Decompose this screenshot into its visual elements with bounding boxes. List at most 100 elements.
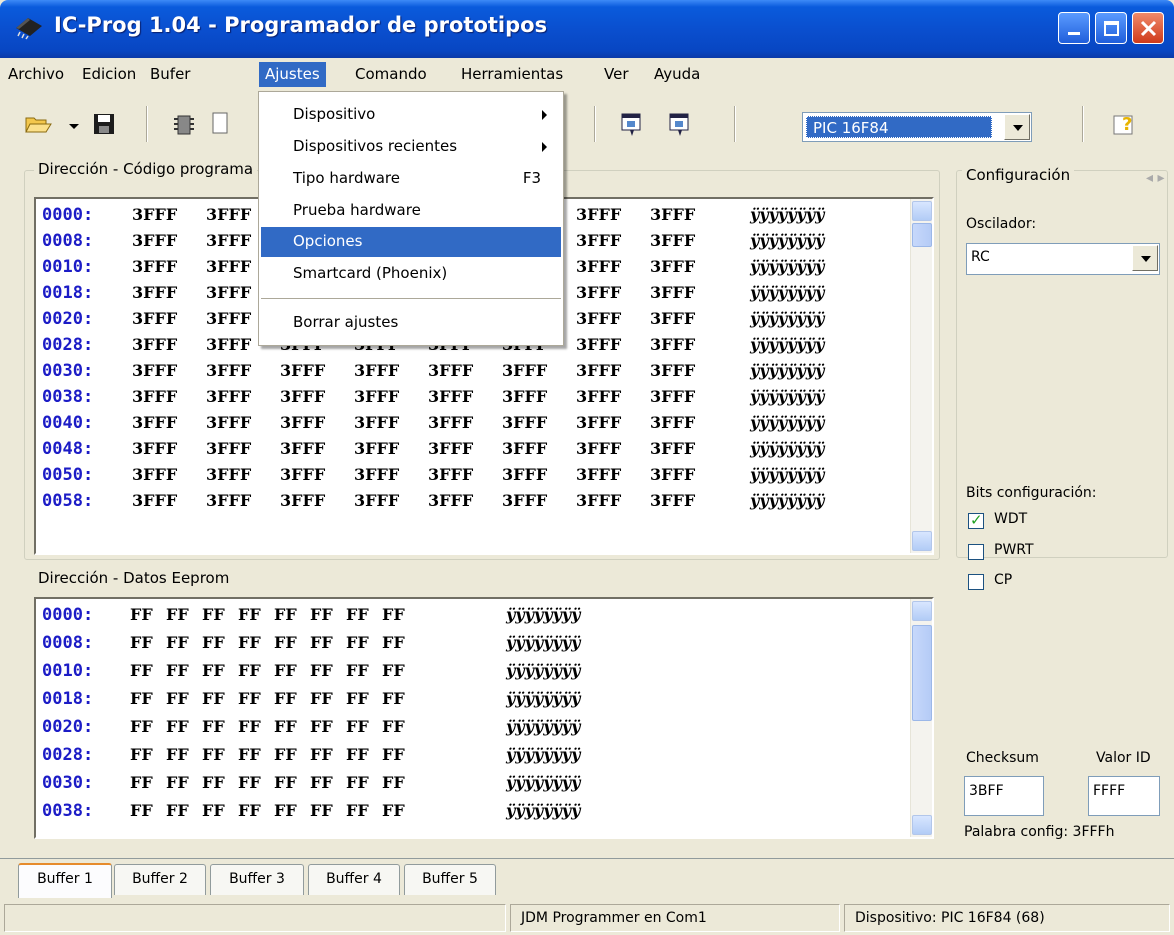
memory-cell[interactable]: 3FFF	[206, 439, 251, 458]
memory-cell[interactable]: FF	[130, 689, 153, 708]
memory-cell[interactable]: FF	[202, 745, 225, 764]
memory-cell[interactable]: 3FFF	[354, 465, 399, 484]
program-scrollbar[interactable]	[910, 199, 932, 553]
cp-checkbox[interactable]	[968, 574, 984, 590]
memory-cell[interactable]: FF	[202, 773, 225, 792]
memory-cell[interactable]: 3FFF	[132, 361, 177, 380]
memory-cell[interactable]: 3FFF	[502, 361, 547, 380]
memory-cell[interactable]: FF	[382, 801, 405, 820]
memory-cell[interactable]: 3FFF	[206, 283, 251, 302]
memory-cell[interactable]: 3FFF	[502, 491, 547, 510]
memory-cell[interactable]: 3FFF	[354, 361, 399, 380]
memory-cell[interactable]: FF	[166, 689, 189, 708]
menu-ajustes[interactable]: Ajustes	[259, 62, 326, 87]
memory-cell[interactable]: 3FFF	[650, 413, 695, 432]
close-button[interactable]	[1132, 12, 1164, 44]
menu-ayuda[interactable]: Ayuda	[648, 62, 706, 87]
memory-cell[interactable]: 3FFF	[650, 361, 695, 380]
memory-cell[interactable]: FF	[238, 661, 261, 680]
checksum-field[interactable]: 3BFF	[964, 776, 1044, 816]
memory-cell[interactable]: FF	[130, 717, 153, 736]
memory-cell[interactable]: 3FFF	[650, 491, 695, 510]
scroll-up-icon[interactable]	[912, 601, 932, 621]
memory-cell[interactable]: FF	[238, 605, 261, 624]
scroll-down-icon[interactable]	[912, 815, 932, 835]
memory-cell[interactable]: FF	[130, 661, 153, 680]
memory-cell[interactable]: 3FFF	[650, 465, 695, 484]
memory-cell[interactable]: 3FFF	[132, 309, 177, 328]
scroll-thumb[interactable]	[912, 625, 932, 721]
memory-cell[interactable]: 3FFF	[132, 231, 177, 250]
memory-cell[interactable]: FF	[346, 801, 369, 820]
scroll-thumb[interactable]	[912, 223, 932, 247]
memory-cell[interactable]: 3FFF	[132, 205, 177, 224]
memory-cell[interactable]: FF	[310, 773, 333, 792]
tab-buffer-1[interactable]: Buffer 1	[18, 863, 112, 898]
memory-cell[interactable]: FF	[274, 605, 297, 624]
memory-cell[interactable]: FF	[238, 773, 261, 792]
memory-cell[interactable]: FF	[310, 717, 333, 736]
memory-cell[interactable]: 3FFF	[132, 413, 177, 432]
memory-cell[interactable]: FF	[310, 605, 333, 624]
menu-archivo[interactable]: Archivo	[2, 62, 70, 87]
memory-cell[interactable]: 3FFF	[206, 205, 251, 224]
memory-cell[interactable]: 3FFF	[650, 257, 695, 276]
memory-cell[interactable]: 3FFF	[428, 361, 473, 380]
memory-cell[interactable]: FF	[238, 745, 261, 764]
memory-cell[interactable]: FF	[166, 661, 189, 680]
oscillator-select[interactable]: RC	[966, 243, 1160, 275]
memory-cell[interactable]: FF	[346, 773, 369, 792]
document-icon[interactable]	[208, 110, 236, 138]
memory-cell[interactable]: 3FFF	[576, 387, 621, 406]
memory-cell[interactable]: 3FFF	[280, 361, 325, 380]
memory-cell[interactable]: 3FFF	[132, 491, 177, 510]
chip-read-icon[interactable]	[170, 110, 198, 138]
memory-cell[interactable]: FF	[130, 801, 153, 820]
open-folder-icon[interactable]	[24, 110, 52, 138]
memory-cell[interactable]: 3FFF	[650, 439, 695, 458]
memory-cell[interactable]: FF	[382, 717, 405, 736]
memory-cell[interactable]: FF	[382, 773, 405, 792]
memory-cell[interactable]: 3FFF	[206, 257, 251, 276]
memory-cell[interactable]: 3FFF	[576, 465, 621, 484]
title-bar[interactable]: IC-Prog 1.04 - Programador de prototipos	[0, 0, 1174, 58]
tab-buffer-2[interactable]: Buffer 2	[114, 864, 206, 895]
memory-cell[interactable]: FF	[274, 661, 297, 680]
menu-item-opciones[interactable]: Opciones	[261, 227, 561, 257]
memory-cell[interactable]: 3FFF	[132, 335, 177, 354]
memory-cell[interactable]: 3FFF	[650, 205, 695, 224]
memory-cell[interactable]: 3FFF	[206, 387, 251, 406]
scroll-arrows-icon[interactable]: ◂ ▸	[1146, 170, 1165, 186]
memory-cell[interactable]: 3FFF	[132, 283, 177, 302]
memory-cell[interactable]: FF	[346, 745, 369, 764]
minimize-button[interactable]	[1058, 12, 1090, 44]
memory-cell[interactable]: FF	[166, 717, 189, 736]
memory-cell[interactable]: 3FFF	[206, 465, 251, 484]
memory-cell[interactable]: FF	[202, 605, 225, 624]
memory-cell[interactable]: FF	[346, 717, 369, 736]
memory-cell[interactable]: FF	[166, 745, 189, 764]
memory-cell[interactable]: FF	[274, 801, 297, 820]
scroll-up-icon[interactable]	[912, 201, 932, 221]
memory-cell[interactable]: 3FFF	[132, 465, 177, 484]
memory-cell[interactable]: 3FFF	[650, 309, 695, 328]
memory-cell[interactable]: FF	[382, 661, 405, 680]
memory-cell[interactable]: FF	[130, 773, 153, 792]
menu-item-tipo-hardware[interactable]: Tipo hardware F3	[261, 164, 561, 194]
dropdown-arrow-icon[interactable]	[66, 110, 82, 138]
memory-cell[interactable]: FF	[274, 745, 297, 764]
memory-cell[interactable]: 3FFF	[206, 335, 251, 354]
memory-cell[interactable]: FF	[130, 745, 153, 764]
eeprom-scrollbar[interactable]	[910, 599, 932, 837]
memory-cell[interactable]: FF	[166, 633, 189, 652]
memory-cell[interactable]: FF	[130, 633, 153, 652]
memory-cell[interactable]: 3FFF	[132, 387, 177, 406]
memory-cell[interactable]: FF	[382, 689, 405, 708]
memory-cell[interactable]: 3FFF	[280, 387, 325, 406]
chip-window-icon[interactable]	[618, 110, 646, 138]
menu-item-dispositivo[interactable]: Dispositivo	[261, 100, 561, 130]
chevron-down-icon[interactable]	[1004, 114, 1030, 140]
memory-cell[interactable]: 3FFF	[206, 231, 251, 250]
memory-cell[interactable]: 3FFF	[502, 387, 547, 406]
memory-cell[interactable]: FF	[202, 717, 225, 736]
